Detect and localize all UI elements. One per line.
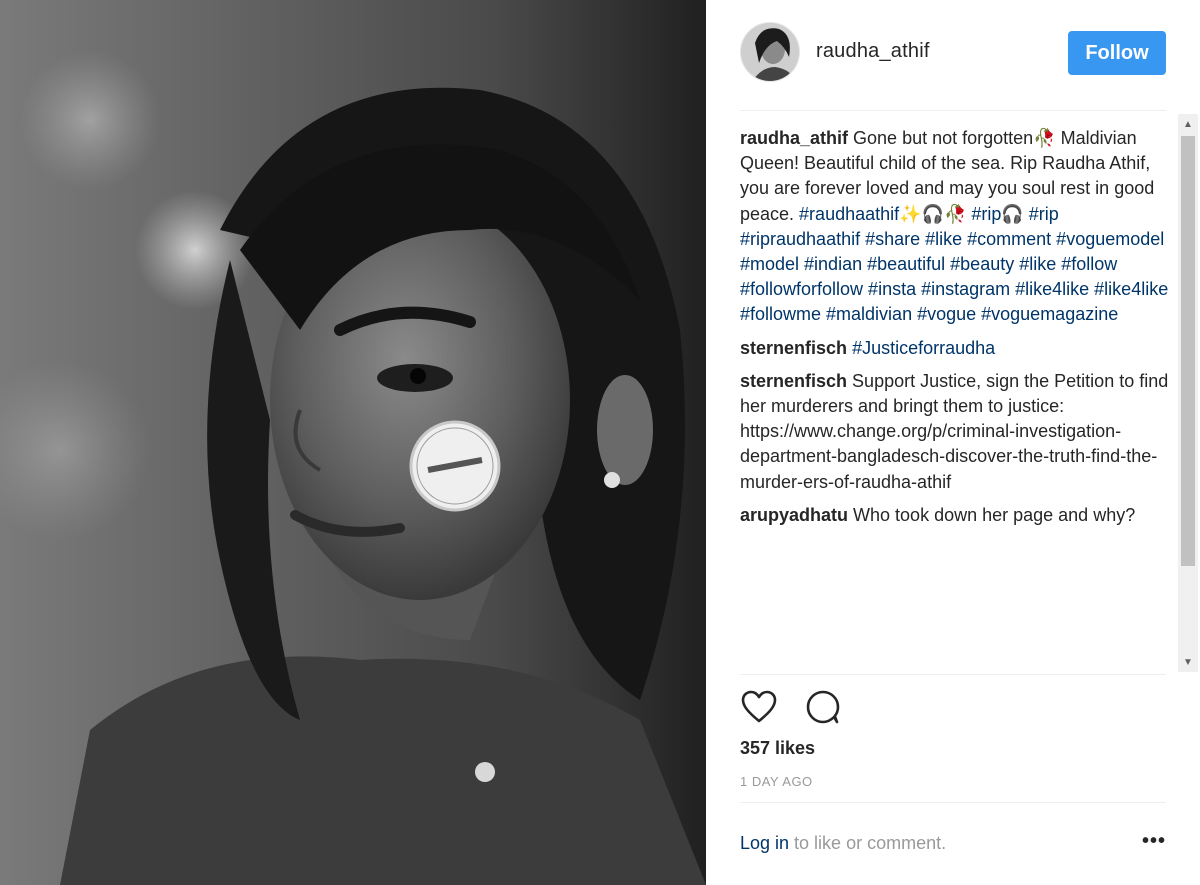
heart-icon[interactable]	[740, 688, 778, 726]
scroll-up-arrow-icon[interactable]: ▲	[1178, 114, 1198, 134]
post-side-panel: raudha_athif Follow raudha_athif Gone bu…	[706, 0, 1200, 885]
post-actions	[740, 688, 842, 728]
login-link[interactable]: Log in	[740, 833, 789, 853]
login-prompt: Log in to like or comment.	[740, 833, 946, 854]
header-divider	[740, 110, 1166, 111]
comment-hashtags[interactable]: #raudhaathif✨🎧🥀 #rip🎧 #rip #ripraudhaath…	[740, 204, 1168, 325]
comments-list: raudha_athif Gone but not forgotten🥀 Mal…	[740, 126, 1176, 674]
comment-username[interactable]: arupyadhatu	[740, 505, 848, 525]
speech-bubble-icon[interactable]	[804, 688, 842, 726]
post-photo	[0, 0, 706, 885]
comment-hashtags[interactable]: #Justiceforraudha	[852, 338, 995, 358]
post-header: raudha_athif Follow	[706, 0, 1200, 110]
comments-scrollbar[interactable]: ▲ ▼	[1178, 114, 1198, 672]
comment-username[interactable]: sternenfisch	[740, 338, 847, 358]
list-item: arupyadhatu Who took down her page and w…	[740, 503, 1176, 528]
comment-username[interactable]: sternenfisch	[740, 371, 847, 391]
scrollbar-thumb[interactable]	[1181, 136, 1195, 566]
comments-divider	[740, 674, 1166, 675]
list-item: raudha_athif Gone but not forgotten🥀 Mal…	[740, 126, 1176, 328]
footer-divider	[740, 802, 1166, 803]
list-item: sternenfisch Support Justice, sign the P…	[740, 369, 1176, 495]
scroll-down-arrow-icon[interactable]: ▼	[1178, 652, 1198, 672]
avatar-image	[741, 23, 799, 81]
portrait-image	[0, 0, 706, 885]
likes-count[interactable]: 357 likes	[740, 738, 815, 759]
follow-button[interactable]: Follow	[1068, 31, 1166, 75]
post-timestamp[interactable]: 1 DAY AGO	[740, 774, 813, 789]
comment-username[interactable]: raudha_athif	[740, 128, 848, 148]
avatar[interactable]	[740, 22, 800, 82]
post-author-username[interactable]: raudha_athif	[816, 40, 930, 63]
login-prompt-text: to like or comment.	[789, 833, 947, 853]
list-item: sternenfisch #Justiceforraudha	[740, 336, 1176, 361]
more-options-button[interactable]: •••	[1142, 830, 1166, 853]
comment-text: Who took down her page and why?	[848, 504, 1136, 525]
